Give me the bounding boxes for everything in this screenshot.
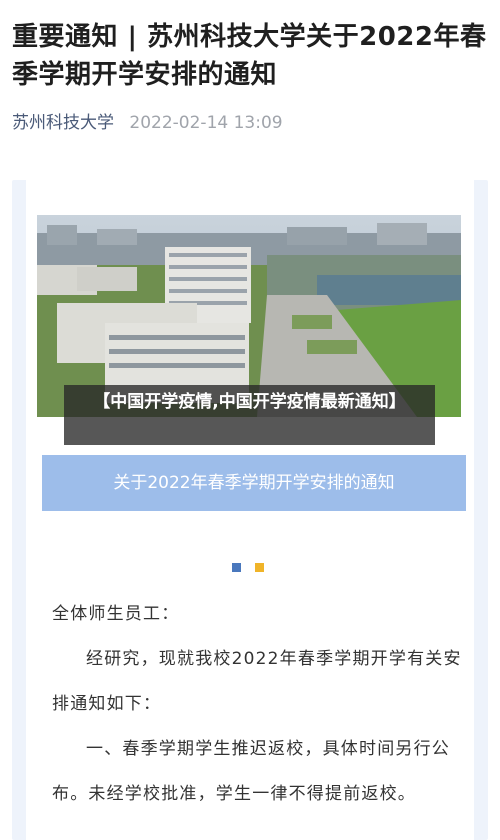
decorative-dots (232, 557, 278, 576)
blue-square-icon (232, 563, 241, 572)
publish-date: 2022-02-14 13:09 (129, 113, 283, 133)
article-body: 全体师生员工： 经研究，现就我校2022年春季学期开学有关安排通知如下： 一、春… (52, 592, 462, 817)
image-caption: 【中国开学疫情,中国开学疫情最新通知】 (64, 385, 435, 445)
yellow-square-icon (255, 563, 264, 572)
paragraph-2: 一、春季学期学生推迟返校，具体时间另行公布。未经学校批准，学生一律不得提前返校。 (52, 739, 450, 804)
article-title: 重要通知 | 苏州科技大学关于2022年春季学期开学安排的通知 (12, 22, 487, 90)
article-page: { "article": { "title": "重要通知 | 苏州科技大学关于… (0, 0, 500, 840)
article-meta: 苏州科技大学 2022-02-14 13:09 (12, 108, 283, 133)
notice-banner: 关于2022年春季学期开学安排的通知 (42, 455, 466, 511)
author-link[interactable]: 苏州科技大学 (12, 113, 114, 133)
greeting: 全体师生员工： (52, 604, 180, 624)
paragraph-1: 经研究，现就我校2022年春季学期开学有关安排通知如下： (52, 649, 462, 714)
